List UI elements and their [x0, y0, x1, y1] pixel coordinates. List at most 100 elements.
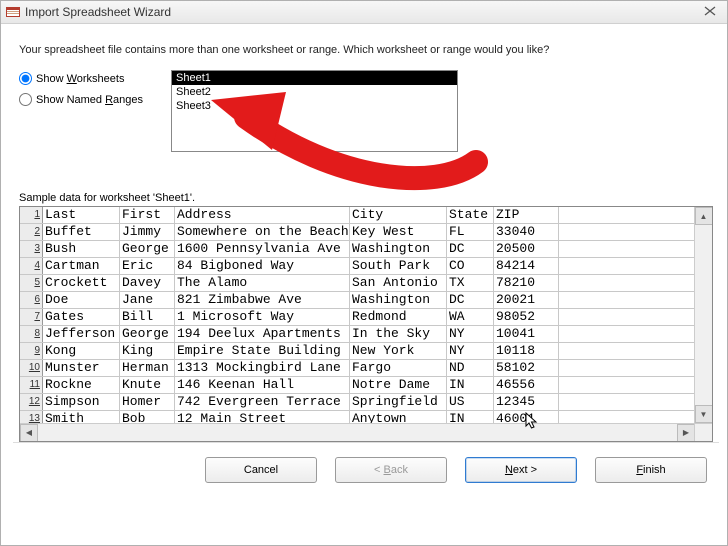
- scroll-right-icon[interactable]: ▶: [677, 424, 695, 442]
- cell: Rockne: [43, 377, 120, 394]
- sheet-item[interactable]: Sheet2: [172, 85, 457, 99]
- cell: ND: [447, 360, 494, 377]
- cell-pad: [559, 224, 712, 241]
- row-number: 1: [20, 207, 43, 224]
- cell: Homer: [120, 394, 175, 411]
- cell: Washington: [350, 241, 447, 258]
- row-number: 12: [20, 394, 43, 411]
- cell: 12345: [494, 394, 559, 411]
- cell: Bill: [120, 309, 175, 326]
- cell: 146 Keenan Hall: [175, 377, 350, 394]
- app-icon: [5, 4, 21, 20]
- cell: Fargo: [350, 360, 447, 377]
- radio-show-worksheets-input[interactable]: [19, 72, 32, 85]
- horizontal-scrollbar[interactable]: ◀ ▶: [20, 423, 695, 441]
- close-button[interactable]: [697, 5, 723, 19]
- cell: South Park: [350, 258, 447, 275]
- cell: Key West: [350, 224, 447, 241]
- cell-pad: [559, 275, 712, 292]
- cell: WA: [447, 309, 494, 326]
- cell: Springfield: [350, 394, 447, 411]
- table-row: 1LastFirstAddressCityStateZIP: [20, 207, 712, 224]
- scroll-up-icon[interactable]: ▲: [695, 207, 713, 225]
- cell: 10041: [494, 326, 559, 343]
- finish-button[interactable]: Finish: [595, 457, 707, 483]
- cancel-button[interactable]: Cancel: [205, 457, 317, 483]
- row-number: 2: [20, 224, 43, 241]
- scroll-left-icon[interactable]: ◀: [20, 424, 38, 442]
- cell: NY: [447, 343, 494, 360]
- cell: George: [120, 241, 175, 258]
- cell: Gates: [43, 309, 120, 326]
- cell: 84 Bigboned Way: [175, 258, 350, 275]
- table-row: 5CrockettDaveyThe AlamoSan AntonioTX7821…: [20, 275, 712, 292]
- cell-pad: [559, 292, 712, 309]
- cell-pad: [559, 309, 712, 326]
- cell-pad: [559, 394, 712, 411]
- radio-show-named-ranges-input[interactable]: [19, 93, 32, 106]
- cell: FL: [447, 224, 494, 241]
- cell: Bush: [43, 241, 120, 258]
- cell-pad: [559, 258, 712, 275]
- cell: 194 Deelux Apartments: [175, 326, 350, 343]
- table-row: 4CartmanEric84 Bigboned WaySouth ParkCO8…: [20, 258, 712, 275]
- radio-show-named-ranges[interactable]: Show Named Ranges: [19, 93, 143, 106]
- cell: 10118: [494, 343, 559, 360]
- cell: 98052: [494, 309, 559, 326]
- table-row: 12SimpsonHomer742 Evergreen TerraceSprin…: [20, 394, 712, 411]
- cell: Washington: [350, 292, 447, 309]
- cell: 20500: [494, 241, 559, 258]
- cell: 1 Microsoft Way: [175, 309, 350, 326]
- cell: San Antonio: [350, 275, 447, 292]
- cell: Address: [175, 207, 350, 224]
- sheet-item[interactable]: Sheet1: [172, 71, 457, 85]
- table-row: 8JeffersonGeorge194 Deelux ApartmentsIn …: [20, 326, 712, 343]
- cell: IN: [447, 377, 494, 394]
- data-table: 1LastFirstAddressCityStateZIP2BuffetJimm…: [20, 207, 712, 428]
- row-number: 8: [20, 326, 43, 343]
- cell: Notre Dame: [350, 377, 447, 394]
- next-button[interactable]: Next >: [465, 457, 577, 483]
- scroll-down-icon[interactable]: ▼: [695, 405, 713, 423]
- cell: George: [120, 326, 175, 343]
- sheet-item[interactable]: Sheet3: [172, 99, 457, 113]
- cell-pad: [559, 343, 712, 360]
- cell: US: [447, 394, 494, 411]
- cell: New York: [350, 343, 447, 360]
- cell: 1313 Mockingbird Lane: [175, 360, 350, 377]
- cell: Somewhere on the Beach: [175, 224, 350, 241]
- row-number: 9: [20, 343, 43, 360]
- cell: CO: [447, 258, 494, 275]
- cell: TX: [447, 275, 494, 292]
- cell: First: [120, 207, 175, 224]
- row-number: 3: [20, 241, 43, 258]
- cell: 58102: [494, 360, 559, 377]
- back-button[interactable]: < Back: [335, 457, 447, 483]
- radio-show-worksheets[interactable]: Show Worksheets: [19, 72, 143, 85]
- cell: Davey: [120, 275, 175, 292]
- table-row: 2BuffetJimmySomewhere on the BeachKey We…: [20, 224, 712, 241]
- cell: The Alamo: [175, 275, 350, 292]
- choice-row: Show Worksheets Show Named Ranges Sheet1…: [19, 70, 713, 152]
- vertical-scrollbar[interactable]: ▲ ▼: [694, 207, 712, 423]
- cell: King: [120, 343, 175, 360]
- cell: Knute: [120, 377, 175, 394]
- cell: 1600 Pennsylvania Ave: [175, 241, 350, 258]
- sample-data-label: Sample data for worksheet 'Sheet1'.: [19, 192, 713, 204]
- sheet-listbox[interactable]: Sheet1 Sheet2 Sheet3: [171, 70, 458, 152]
- cell: Doe: [43, 292, 120, 309]
- cell: NY: [447, 326, 494, 343]
- cell: Kong: [43, 343, 120, 360]
- table-row: 9KongKingEmpire State BuildingNew YorkNY…: [20, 343, 712, 360]
- titlebar: Import Spreadsheet Wizard: [1, 1, 727, 24]
- table-row: 11RockneKnute146 Keenan HallNotre DameIN…: [20, 377, 712, 394]
- cell: Jefferson: [43, 326, 120, 343]
- cell-pad: [559, 326, 712, 343]
- cell: ZIP: [494, 207, 559, 224]
- intro-text: Your spreadsheet file contains more than…: [19, 44, 713, 56]
- cell-pad: [559, 377, 712, 394]
- row-number: 7: [20, 309, 43, 326]
- cell-pad: [559, 241, 712, 258]
- table-row: 6DoeJane821 Zimbabwe AveWashingtonDC2002…: [20, 292, 712, 309]
- row-number: 11: [20, 377, 43, 394]
